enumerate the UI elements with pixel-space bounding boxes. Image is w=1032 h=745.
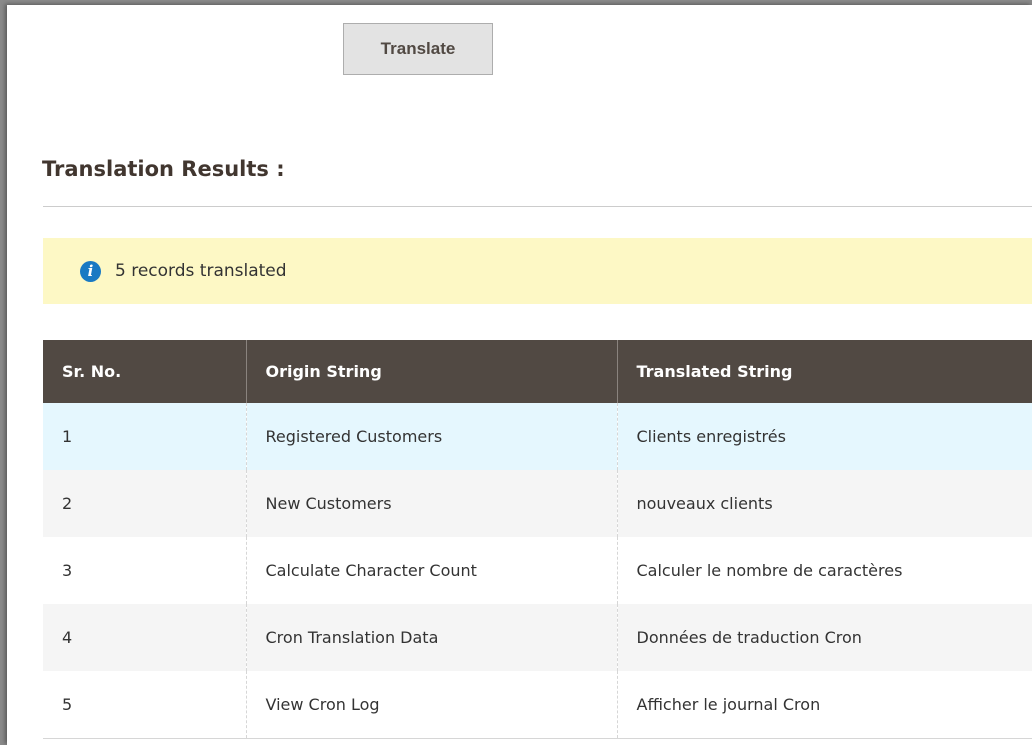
origin-string-cell: Calculate Character Count	[246, 537, 618, 604]
translated-string-cell: Clients enregistrés	[617, 403, 1032, 470]
results-table: Sr. No. Origin String Translated String …	[43, 340, 1032, 739]
info-icon: i	[80, 260, 101, 282]
message-text: 5 records translated	[115, 261, 287, 281]
translated-string-cell: Afficher le journal Cron	[617, 671, 1032, 739]
table-row[interactable]: 5 View Cron Log Afficher le journal Cron	[43, 671, 1032, 739]
table-row[interactable]: 2 New Customers nouveaux clients	[43, 470, 1032, 537]
sr-no-cell: 2	[43, 470, 247, 537]
column-header-sr-no: Sr. No.	[43, 340, 247, 403]
page-frame: Translate Translation Results : i 5 reco…	[7, 5, 1032, 745]
origin-string-cell: View Cron Log	[246, 671, 618, 739]
sr-no-cell: 3	[43, 537, 247, 604]
table-row[interactable]: 4 Cron Translation Data Données de tradu…	[43, 604, 1032, 671]
table-header-row: Sr. No. Origin String Translated String	[43, 340, 1032, 403]
origin-string-cell: Cron Translation Data	[246, 604, 618, 671]
results-title: Translation Results :	[42, 157, 285, 181]
info-message: i 5 records translated	[43, 238, 1032, 304]
translated-string-cell: Données de traduction Cron	[617, 604, 1032, 671]
column-header-origin-string: Origin String	[246, 340, 618, 403]
translated-string-cell: nouveaux clients	[617, 470, 1032, 537]
sr-no-cell: 4	[43, 604, 247, 671]
table-row[interactable]: 1 Registered Customers Clients enregistr…	[43, 403, 1032, 470]
table-row[interactable]: 3 Calculate Character Count Calculer le …	[43, 537, 1032, 604]
origin-string-cell: New Customers	[246, 470, 618, 537]
origin-string-cell: Registered Customers	[246, 403, 618, 470]
translate-button[interactable]: Translate	[343, 23, 493, 75]
section-divider	[43, 206, 1032, 207]
translated-string-cell: Calculer le nombre de caractères	[617, 537, 1032, 604]
sr-no-cell: 5	[43, 671, 247, 739]
column-header-translated-string: Translated String	[617, 340, 1032, 403]
sr-no-cell: 1	[43, 403, 247, 470]
